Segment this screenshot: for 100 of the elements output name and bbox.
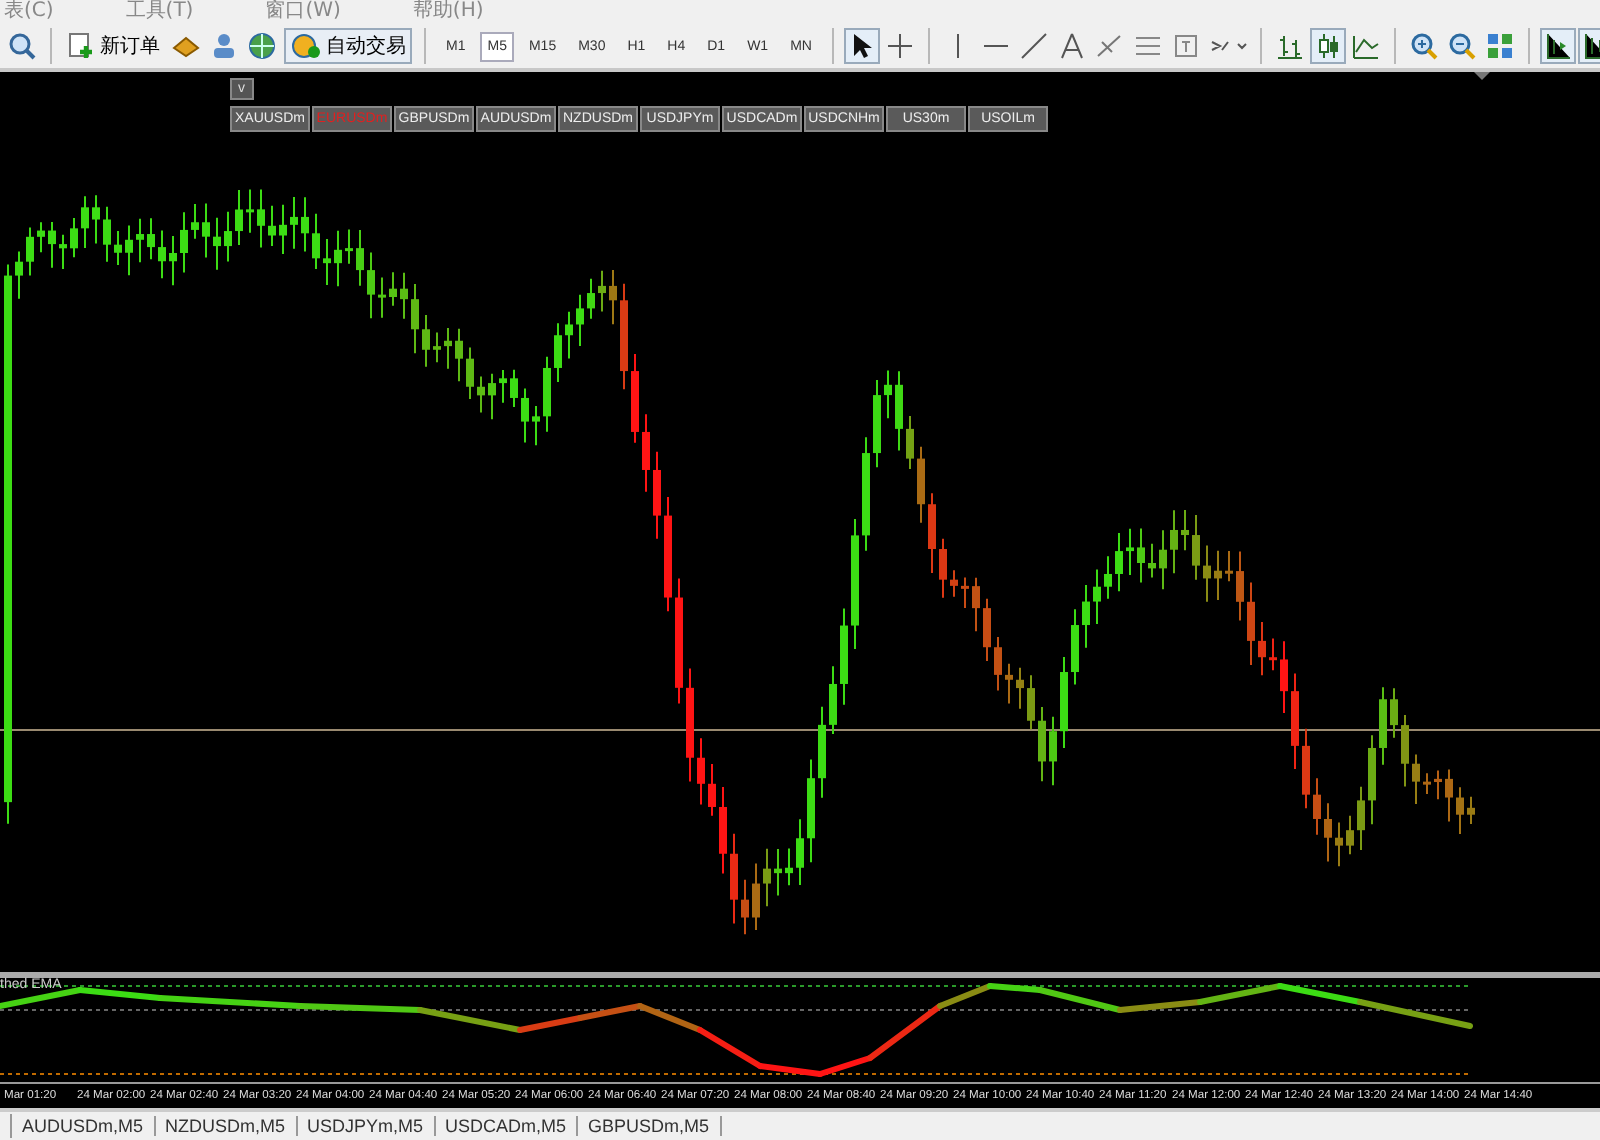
candle [1313,777,1321,836]
trendline-icon[interactable] [1017,30,1050,62]
new-order-button[interactable]: 新订单 [64,30,164,62]
tile-windows-icon[interactable] [1483,30,1516,62]
candle [191,203,199,240]
candle [675,577,683,705]
candle [323,238,331,286]
candle [1071,608,1079,686]
candle [741,878,749,936]
candle [1456,786,1464,836]
zoom-out-icon[interactable] [1445,30,1478,62]
candle [367,251,375,320]
candle [972,576,980,633]
chart-tab[interactable]: USDJPYm,M5 [297,1116,436,1136]
candle [917,445,925,524]
candle [202,202,210,259]
candle [1467,795,1475,825]
candle [1302,727,1310,810]
candle [620,282,628,391]
candle [235,188,243,247]
new-order-icon [68,32,96,60]
chart-tab[interactable]: USDCADm,M5 [435,1116,579,1136]
candle [664,496,672,613]
candle [873,379,881,469]
candle [1357,785,1365,852]
bar-chart-icon[interactable] [1273,30,1306,62]
candle [477,375,485,414]
candle [147,217,155,261]
auto-trading-button[interactable]: 自动交易 [284,28,412,64]
candle [1126,527,1134,576]
candle [785,847,793,887]
candle [290,196,298,250]
candle [763,847,771,908]
candle [224,210,232,263]
candle [1379,686,1387,766]
candle [719,786,727,875]
magnifier-icon[interactable] [6,30,38,62]
candle [686,667,694,783]
zoom-in-icon[interactable] [1407,30,1440,62]
candle [180,211,188,274]
candle [444,327,452,370]
candle [488,372,496,421]
candle [1236,550,1244,622]
person-icon[interactable] [208,30,240,62]
candle [1181,509,1189,552]
candle [851,517,859,651]
candle [411,283,419,355]
candle [345,228,353,265]
candle [631,352,639,444]
candle [1148,542,1156,579]
candle [1170,509,1178,575]
candle [818,705,826,799]
candle [1016,666,1024,710]
candle [455,327,463,383]
candle [1269,637,1277,672]
candle [433,331,441,364]
candle [103,205,111,263]
candle [389,271,397,307]
candlestick-icon[interactable] [1311,30,1344,62]
candle [1049,715,1057,787]
candle [92,194,100,245]
candle [961,576,969,609]
candle [642,413,650,493]
auto-trading-icon [290,32,322,60]
candle [862,436,870,552]
candle [829,665,837,735]
candle [246,188,254,234]
candle [565,310,573,360]
candle [1346,814,1354,856]
chart-shift-icon[interactable] [1541,30,1574,62]
candle [136,217,144,264]
candle [1258,620,1266,677]
candle [169,234,177,287]
cursor-icon[interactable] [845,30,878,62]
candle [609,269,617,326]
candle [994,636,1002,692]
globe-icon[interactable] [246,30,278,62]
candle [15,250,23,300]
candle [1335,821,1343,868]
candle [1225,549,1233,583]
crosshair-icon[interactable] [883,30,916,62]
candle [697,737,705,806]
line-chart-icon[interactable] [1349,30,1382,62]
candle [48,221,56,269]
candle [939,537,947,599]
candle [81,195,89,249]
candle [543,355,551,433]
chart-tab[interactable]: AUDUSDm,M5 [12,1116,156,1136]
candle [752,862,760,931]
candle [334,229,342,288]
candle [598,269,606,313]
candle [807,758,815,864]
chart-tab[interactable]: GBPUSDm,M5 [578,1116,722,1136]
candle [653,450,661,540]
text-icon[interactable] [1169,30,1202,62]
candle [1247,581,1255,666]
candle [1368,734,1376,826]
chart-tab[interactable]: NZDUSDm,M5 [155,1116,298,1136]
candle [158,229,166,280]
candle [356,229,364,287]
